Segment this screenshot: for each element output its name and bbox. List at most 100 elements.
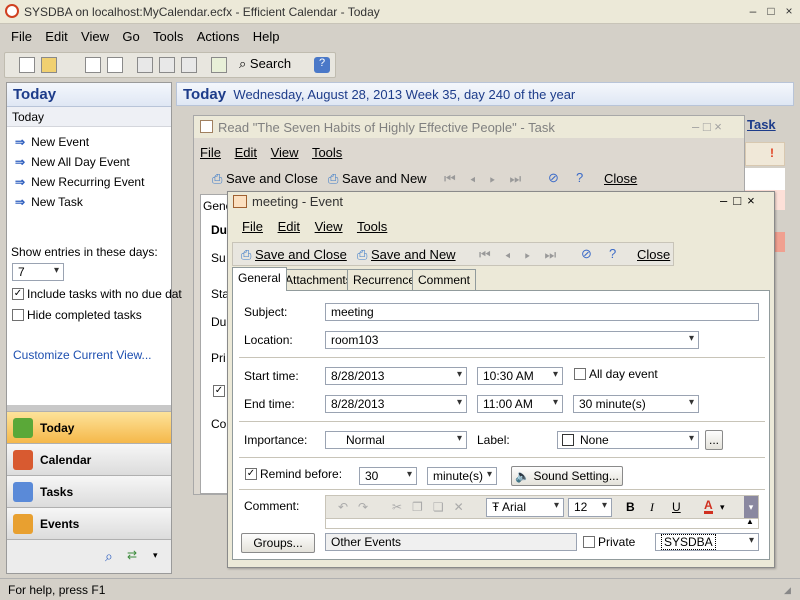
task-new-all-day-event[interactable]: ⇒ New All Day Event [15,155,130,169]
task-menu-view[interactable]: View [271,145,299,160]
menu-file[interactable]: File [6,26,37,47]
event-window-controls[interactable]: –□× [720,193,761,208]
menu-tools[interactable]: Tools [148,26,188,47]
font-name-select[interactable]: Ŧ Arial [486,498,564,517]
search-icon[interactable]: ⌕ [105,548,113,565]
help-icon[interactable]: ? [609,246,616,261]
include-tasks-checkbox[interactable]: ✓ [12,288,24,300]
font-color-button[interactable]: A [704,499,713,514]
owner-select[interactable]: SYSDBA [655,533,759,551]
font-name-value: Arial [502,500,527,514]
cut-icon[interactable] [137,57,153,73]
task-new-recurring-event[interactable]: ⇒ New Recurring Event [15,175,144,189]
chevron-down-icon[interactable]: ▾ [153,550,158,561]
event-close-button[interactable]: Close [637,247,670,262]
sound-setting-button[interactable]: 🔈 Sound Setting... [511,466,623,486]
close-button[interactable]: × [780,4,798,18]
tab-recurrence[interactable]: Recurrence [347,269,422,290]
task-new-event[interactable]: ⇒ New Event [15,135,89,149]
menu-go[interactable]: Go [117,26,144,47]
copy-icon[interactable] [159,57,175,73]
resize-grip-icon[interactable]: ◢ [784,585,791,596]
task-menu-tools[interactable]: Tools [312,145,342,160]
underline-button[interactable]: U [672,500,681,514]
bold-button[interactable]: B [626,500,635,514]
task-menu-edit[interactable]: Edit [235,145,257,160]
days-select[interactable]: 7 [12,263,64,281]
all-day-checkbox[interactable] [574,368,586,380]
duration-select[interactable]: 30 minute(s) [573,395,699,413]
attachment-icon[interactable]: ⊘ [548,170,559,186]
event-menu-tools[interactable]: Tools [357,219,387,234]
start-date-picker[interactable]: 8/28/2013 [325,367,467,385]
open-folder-icon[interactable] [41,57,57,73]
groups-button[interactable]: Groups... [241,533,315,553]
event-menu-view[interactable]: View [315,219,343,234]
end-time-select[interactable]: 11:00 AM [477,395,563,413]
status-text: For help, press F1 [8,583,106,597]
nav-today[interactable]: Today [7,411,171,443]
end-date-picker[interactable]: 8/28/2013 [325,395,467,413]
task-menu-file[interactable]: File [200,145,221,160]
task-save-new-button[interactable]: ⎙ Save and New [328,171,427,187]
paste-icon[interactable] [181,57,197,73]
event-menu-edit[interactable]: Edit [278,219,300,234]
subject-input[interactable]: meeting [325,303,759,321]
clipboard-icons[interactable]: ✂❐❏✕ [392,500,474,514]
tab-attachments[interactable]: Attachments [279,269,358,290]
search-button[interactable]: ⌕ Search [239,56,291,72]
menu-help[interactable]: Help [248,26,285,47]
task-save-close-button[interactable]: ⎙ Save and Close [212,171,318,187]
remind-value-select[interactable]: 30 [359,467,417,485]
italic-button[interactable]: I [650,500,654,515]
chevron-down-icon[interactable]: ▾ [720,502,725,513]
task-close-button[interactable]: Close [604,171,637,186]
event-save-close-button[interactable]: ⎙ Save and Close [241,247,347,263]
maximize-button[interactable]: □ [762,4,780,18]
task-column-link[interactable]: Task [747,117,776,132]
toolbar-options-button[interactable]: ▾ [744,496,758,518]
menu-actions[interactable]: Actions [192,26,245,47]
scroll-up-icon[interactable]: ▲ [746,517,754,526]
menu-bar: File Edit View Go Tools Actions Help [0,26,800,50]
print-preview-icon[interactable] [107,57,123,73]
task-duration-label: Du [211,315,227,329]
undo-redo-icons[interactable]: ↶↷ [338,500,378,514]
menu-view[interactable]: View [76,26,114,47]
nav-events[interactable]: Events [7,507,171,539]
private-checkbox[interactable] [583,536,595,548]
customize-view-link[interactable]: Customize Current View... [13,348,152,362]
task-checkbox[interactable]: ✓ [213,385,225,397]
label-select[interactable]: None [557,431,699,449]
nav-tasks[interactable]: Tasks [7,475,171,507]
remind-checkbox[interactable]: ✓ [245,468,257,480]
refresh-icon[interactable]: ⇄ [127,548,137,562]
event-nav-arrows[interactable]: ⏮◂▸⏭ [479,247,570,263]
task-label: New Event [31,135,90,149]
attachment-icon[interactable]: ⊘ [581,246,592,262]
help-icon[interactable]: ? [576,170,583,185]
properties-icon[interactable] [211,57,227,73]
new-document-icon[interactable] [19,57,35,73]
event-save-new-button[interactable]: ⎙ Save and New [357,247,456,263]
tab-general[interactable]: General [232,267,287,291]
help-icon[interactable]: ? [314,57,330,73]
print-icon[interactable] [85,57,101,73]
remind-unit-select[interactable]: minute(s) [427,467,497,485]
location-select[interactable]: room103 [325,331,699,349]
hide-completed-checkbox[interactable] [12,309,24,321]
task-list-row[interactable] [745,168,785,190]
task-new-task[interactable]: ⇒ New Task [15,195,83,209]
minimize-button[interactable]: – [744,4,762,18]
font-size-select[interactable]: 12 [568,498,612,517]
importance-select[interactable]: Normal [325,431,467,449]
task-window-controls[interactable]: – □ × [692,119,722,134]
event-menu-file[interactable]: File [242,219,263,234]
nav-calendar[interactable]: Calendar [7,443,171,475]
menu-edit[interactable]: Edit [40,26,72,47]
start-time-select[interactable]: 10:30 AM [477,367,563,385]
task-nav-arrows[interactable]: ⏮◂▸⏭ [444,171,535,187]
label-more-button[interactable]: ... [705,430,723,450]
tab-comment[interactable]: Comment [412,269,477,290]
comment-editor[interactable]: ▲ [325,517,759,529]
